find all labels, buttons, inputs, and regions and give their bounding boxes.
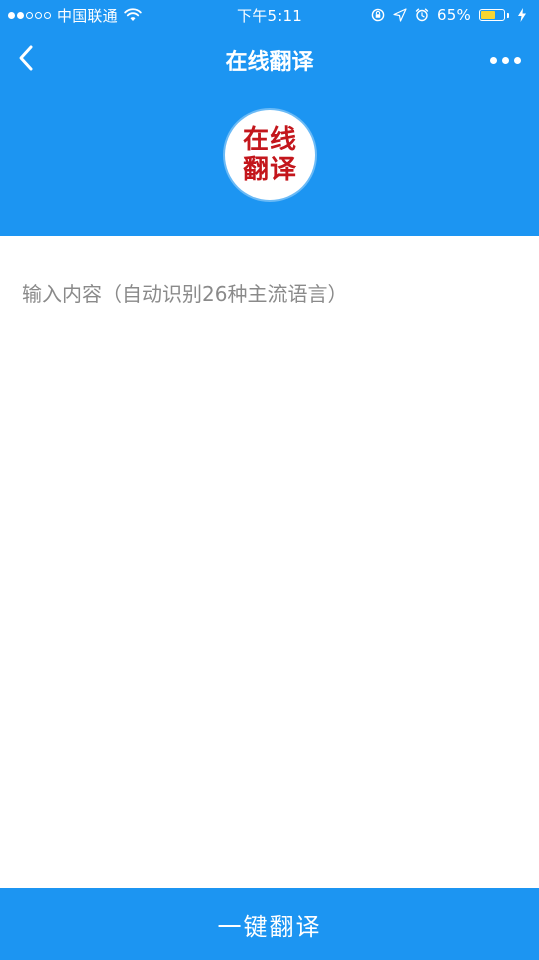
battery-fill <box>481 11 496 19</box>
location-arrow-icon <box>393 8 407 22</box>
battery-body <box>479 9 505 21</box>
battery-icon <box>479 9 509 21</box>
more-dot <box>501 56 509 64</box>
app-logo: 在线 翻译 <box>225 110 315 200</box>
back-button[interactable] <box>8 42 44 78</box>
status-left: 中国联通 <box>0 5 142 26</box>
rotation-lock-icon <box>371 8 385 22</box>
signal-dot <box>26 11 33 19</box>
logo-text-line2: 翻译 <box>242 155 297 185</box>
battery-tip <box>507 12 509 18</box>
charging-bolt-icon <box>517 8 531 22</box>
app-screen: 中国联通 下午5:11 65% 在线翻译 在线 翻译 输入内容（自动识别26种主… <box>0 0 539 960</box>
wifi-icon <box>124 8 142 22</box>
content-area <box>0 236 539 888</box>
more-dot <box>513 56 521 64</box>
signal-dot <box>8 11 15 19</box>
page-title: 在线翻译 <box>225 50 314 75</box>
signal-strength-icon <box>8 11 51 19</box>
more-dot <box>489 56 497 64</box>
logo-text-line1: 在线 <box>242 125 297 155</box>
carrier-name: 中国联通 <box>57 6 118 25</box>
status-time: 下午5:11 <box>237 6 302 25</box>
header: 中国联通 下午5:11 65% 在线翻译 在线 翻译 <box>0 0 539 236</box>
translation-input[interactable] <box>20 276 524 840</box>
signal-dot <box>35 11 42 19</box>
signal-dot <box>44 11 51 19</box>
more-button[interactable] <box>485 48 525 72</box>
translate-button[interactable]: 一键翻译 <box>0 888 539 960</box>
status-bar: 中国联通 下午5:11 65% <box>0 0 539 30</box>
status-right: 65% <box>371 6 539 24</box>
navigation-bar: 在线翻译 <box>0 30 539 90</box>
chevron-left-icon <box>16 44 36 76</box>
battery-percent: 65% <box>437 6 471 24</box>
alarm-icon <box>415 8 429 22</box>
translate-button-label: 一键翻译 <box>217 912 322 941</box>
signal-dot <box>17 11 24 19</box>
